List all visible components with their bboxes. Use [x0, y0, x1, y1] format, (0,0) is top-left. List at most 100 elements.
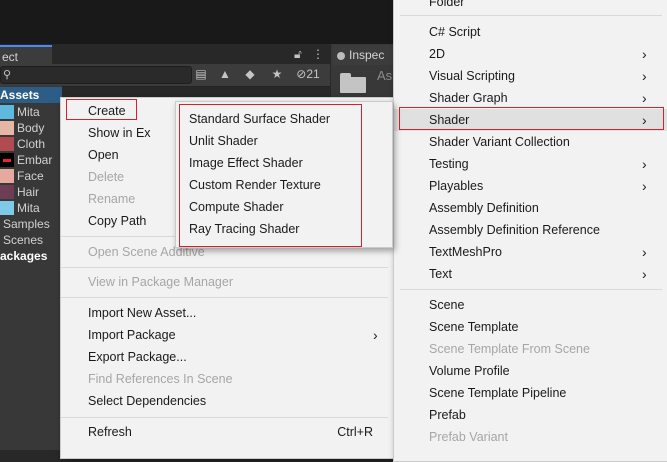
highlight-box-shader: [399, 107, 664, 130]
menu-separator: [61, 267, 388, 268]
menu-item-label: Show in Ex: [88, 126, 151, 140]
menu-item-label: Open: [88, 148, 119, 162]
menu-item-label: Folder: [429, 0, 465, 9]
menu-item-prefab-variant: Prefab Variant: [394, 426, 667, 448]
texture-thumbnail: [0, 185, 14, 199]
menu-item-label: Scene Template Pipeline: [429, 386, 567, 400]
menu-item-label: Import Package: [88, 328, 176, 342]
tree-item[interactable]: Samples: [0, 216, 62, 232]
menu-item-scene-template-pipeline[interactable]: Scene Template Pipeline: [394, 382, 667, 404]
info-icon: [337, 51, 345, 60]
menu-item-label: Scene Template: [429, 320, 519, 334]
menu-item-2d[interactable]: 2D ›: [394, 43, 667, 65]
menu-item-prefab[interactable]: Prefab: [394, 404, 667, 426]
tab-inspector-label: Inspec: [349, 48, 385, 62]
tree-item-packages[interactable]: ackages: [0, 248, 62, 264]
tree-item[interactable]: Embar: [0, 152, 62, 168]
menu-item-label: Playables: [429, 179, 484, 193]
tree-item[interactable]: Body: [0, 120, 62, 136]
menu-item-label: Assembly Definition Reference: [429, 223, 600, 237]
menu-item-label: 2D: [429, 47, 445, 61]
prefab-icon: [0, 105, 14, 119]
menu-separator: [61, 297, 388, 298]
tree-item[interactable]: Scenes: [0, 232, 62, 248]
tab-inspector[interactable]: Inspec: [333, 45, 393, 65]
menu-item-textmeshpro[interactable]: TextMeshPro ›: [394, 241, 667, 263]
create-submenu: Folder C# Script 2D › Visual Scripting › S…: [393, 0, 667, 462]
menu-separator: [400, 15, 662, 16]
tree-item-label: Mita: [17, 201, 40, 215]
filter-by-label-icon[interactable]: ◆: [241, 64, 259, 84]
menu-item-label: Delete: [88, 170, 125, 184]
folder-icon: [340, 73, 366, 93]
menu-item-assembly-definition-reference[interactable]: Assembly Definition Reference: [394, 219, 667, 241]
menu-item-label: View in Package Manager: [88, 275, 233, 289]
tree-item-label: Cloth: [17, 137, 46, 151]
texture-thumbnail: [0, 169, 14, 183]
menu-item-label: Volume Profile: [429, 364, 510, 378]
tree-item[interactable]: Mita: [0, 200, 62, 216]
menu-item-import-package[interactable]: Import Package ›: [61, 324, 394, 346]
menu-item-label: Select Dependencies: [88, 394, 207, 408]
chevron-right-icon: ›: [642, 178, 647, 194]
menu-item-label: C# Script: [429, 25, 481, 39]
menu-item-label: TextMeshPro: [429, 245, 502, 259]
tree-item[interactable]: Mita: [0, 104, 62, 120]
menu-item-volume-profile[interactable]: Volume Profile: [394, 360, 667, 382]
menu-item-assembly-definition[interactable]: Assembly Definition: [394, 197, 667, 219]
shortcut-label: Ctrl+R: [337, 425, 373, 439]
menu-item-testing[interactable]: Testing ›: [394, 153, 667, 175]
editor-top-strip: [0, 0, 400, 44]
chevron-right-icon: ›: [642, 68, 647, 84]
menu-item-playables[interactable]: Playables ›: [394, 175, 667, 197]
menu-item-label: Shader Variant Collection: [429, 135, 570, 149]
tree-item[interactable]: Cloth: [0, 136, 62, 152]
kebab-menu-icon[interactable]: ⋮: [312, 45, 324, 63]
menu-item-shader-variant-collection[interactable]: Shader Variant Collection: [394, 131, 667, 153]
texture-thumbnail: [0, 153, 14, 167]
tab-project-label: ect: [2, 50, 19, 64]
tree-item-label: Body: [17, 121, 45, 135]
menu-item-scene-template-from-scene: Scene Template From Scene: [394, 338, 667, 360]
menu-item-export-package[interactable]: Export Package...: [61, 346, 394, 368]
menu-item-csharp-script[interactable]: C# Script: [394, 21, 667, 43]
menu-item-find-references: Find References In Scene: [61, 368, 394, 390]
lock-icon[interactable]: 🔓︎: [294, 45, 302, 63]
menu-item-folder[interactable]: Folder: [394, 0, 667, 13]
menu-item-scene[interactable]: Scene: [394, 294, 667, 316]
menu-item-select-dependencies[interactable]: Select Dependencies: [61, 390, 394, 412]
hidden-packages-toggle[interactable]: ⊘21: [293, 64, 323, 84]
project-tree: Assets Mita Body Cloth Embar Face Hair M…: [0, 86, 62, 450]
menu-item-label: Text: [429, 267, 452, 281]
chevron-right-icon: ›: [642, 266, 647, 282]
texture-thumbnail: [0, 137, 14, 151]
tree-item-label: Mita: [17, 105, 40, 119]
menu-item-label: Find References In Scene: [88, 372, 233, 386]
menu-item-label: Export Package...: [88, 350, 187, 364]
search-by-type-icon[interactable]: ▤: [192, 64, 210, 84]
tree-item-label: ackages: [0, 249, 48, 263]
menu-item-label: Visual Scripting: [429, 69, 515, 83]
menu-item-import-new-asset[interactable]: Import New Asset...: [61, 302, 394, 324]
tree-item-label: Face: [17, 169, 44, 183]
menu-item-label: Import New Asset...: [88, 306, 197, 320]
menu-item-label: Copy Path: [88, 214, 147, 228]
favorite-star-icon[interactable]: ★: [268, 64, 286, 84]
tree-item[interactable]: Hair: [0, 184, 62, 200]
menu-item-scene-template[interactable]: Scene Template: [394, 316, 667, 338]
chevron-right-icon: ›: [642, 46, 647, 62]
menu-item-text[interactable]: Text ›: [394, 263, 667, 285]
menu-separator: [61, 417, 388, 418]
filter-by-type-icon[interactable]: ▲: [216, 64, 234, 84]
menu-item-shader-graph[interactable]: Shader Graph ›: [394, 87, 667, 109]
project-search-input[interactable]: ⚲: [0, 66, 192, 84]
tree-item-assets[interactable]: Assets: [0, 87, 62, 103]
menu-item-visual-scripting[interactable]: Visual Scripting ›: [394, 65, 667, 87]
tree-item[interactable]: Face: [0, 168, 62, 184]
menu-item-label: Rename: [88, 192, 136, 206]
tab-project[interactable]: ect: [0, 45, 52, 65]
chevron-right-icon: ›: [642, 244, 647, 260]
chevron-right-icon: ›: [642, 90, 647, 106]
tree-item-label: Hair: [17, 185, 40, 199]
menu-item-refresh[interactable]: Refresh Ctrl+R: [61, 421, 394, 443]
